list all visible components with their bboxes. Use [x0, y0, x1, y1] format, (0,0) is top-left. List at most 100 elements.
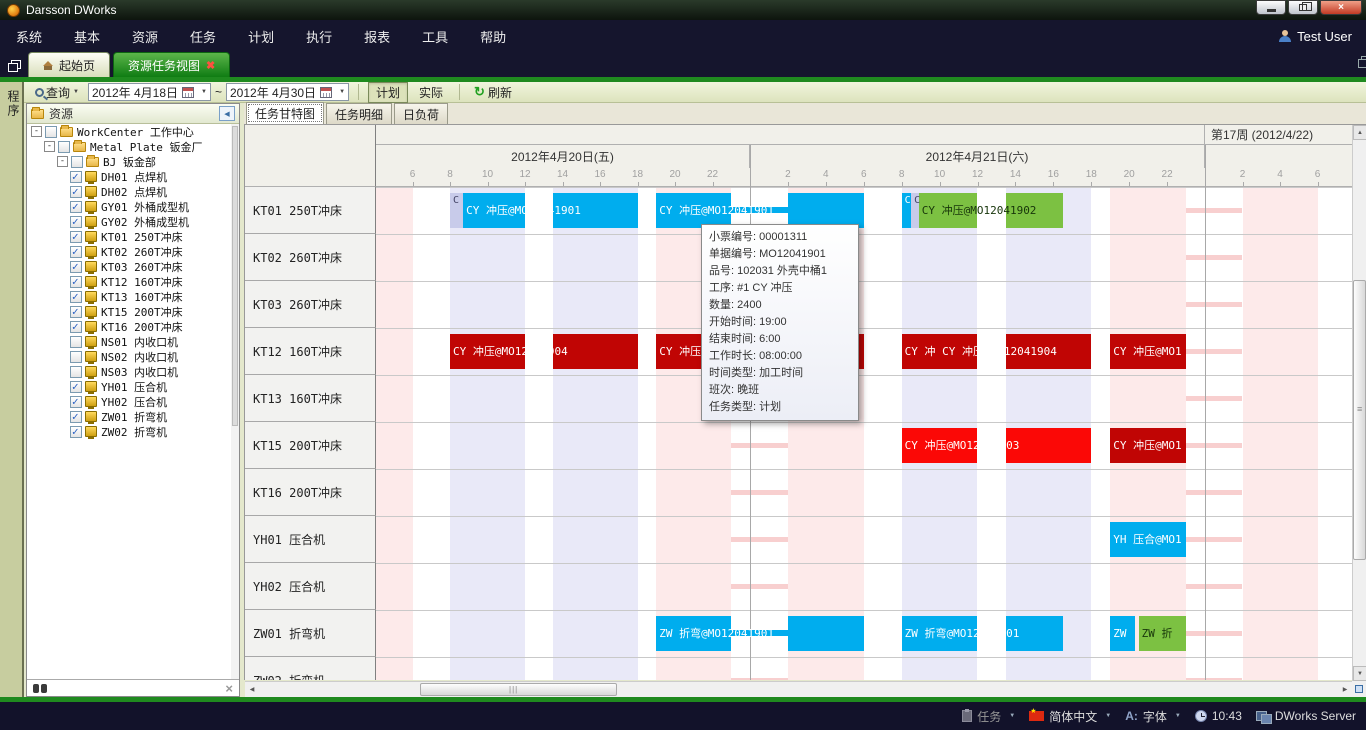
- tree-item[interactable]: NS02 内收口机: [27, 349, 239, 364]
- gantt-row-header[interactable]: KT15 200T冲床: [245, 422, 376, 469]
- collapsed-panel-strip[interactable]: 程序: [0, 82, 24, 697]
- chart-tab-任务甘特图[interactable]: 任务甘特图: [246, 102, 324, 124]
- statusbar-item[interactable]: 10:43: [1195, 709, 1242, 723]
- tree-item[interactable]: NS01 内收口机: [27, 334, 239, 349]
- tree-checkbox[interactable]: [70, 201, 82, 213]
- tree-checkbox[interactable]: [70, 396, 82, 408]
- window-list-button[interactable]: [0, 52, 26, 77]
- menu-item-任务[interactable]: 任务: [174, 20, 232, 52]
- tree-item[interactable]: KT15 200T冲床: [27, 304, 239, 319]
- statusbar-item[interactable]: 任务▼: [962, 708, 1015, 725]
- gantt-task-bar[interactable]: [450, 193, 463, 228]
- tree-checkbox[interactable]: [70, 276, 82, 288]
- tree-item[interactable]: KT16 200T冲床: [27, 319, 239, 334]
- tree-item[interactable]: DH01 点焊机: [27, 169, 239, 184]
- gantt-task-bar[interactable]: [902, 334, 978, 369]
- gantt-task-bar[interactable]: [1139, 616, 1186, 651]
- tree-item[interactable]: KT01 250T冲床: [27, 229, 239, 244]
- collapse-panel-button[interactable]: ◀: [219, 106, 235, 121]
- program-side-tab[interactable]: 程序: [5, 90, 22, 118]
- gantt-row-header[interactable]: YH01 压合机: [245, 516, 376, 563]
- vertical-scroll-thumb[interactable]: [1353, 280, 1366, 560]
- tree-item[interactable]: KT02 260T冲床: [27, 244, 239, 259]
- statusbar-item[interactable]: 简体中文▼: [1029, 708, 1111, 725]
- statusbar-item[interactable]: A:字体▼: [1125, 708, 1181, 725]
- gantt-task-bar[interactable]: [902, 193, 911, 228]
- horizontal-scroll-thumb[interactable]: [420, 683, 617, 696]
- gantt-task-bar[interactable]: [911, 193, 919, 228]
- menu-item-执行[interactable]: 执行: [290, 20, 348, 52]
- document-tab[interactable]: 资源任务视图✖: [113, 52, 230, 77]
- tree-item[interactable]: -BJ 钣金部: [27, 154, 239, 169]
- gantt-task-bar[interactable]: [902, 616, 978, 651]
- expander-icon[interactable]: -: [44, 141, 55, 152]
- gantt-task-bar[interactable]: [1110, 616, 1135, 651]
- gantt-task-bar[interactable]: [553, 193, 637, 228]
- close-tab-icon[interactable]: ✖: [206, 59, 215, 72]
- tree-item[interactable]: KT13 160T冲床: [27, 289, 239, 304]
- scroll-down-icon[interactable]: ▼: [1353, 666, 1366, 681]
- tree-item[interactable]: GY01 外桶成型机: [27, 199, 239, 214]
- horizontal-scrollbar[interactable]: ◀ ▶: [245, 681, 1352, 697]
- tree-item[interactable]: NS03 内收口机: [27, 364, 239, 379]
- gantt-task-bar[interactable]: [1006, 428, 1091, 463]
- document-tab[interactable]: 起始页: [28, 52, 110, 77]
- tree-checkbox[interactable]: [70, 216, 82, 228]
- plan-toggle-button[interactable]: 计划: [368, 82, 408, 103]
- date-from-field[interactable]: 2012年 4月18日 ▼: [88, 83, 211, 101]
- gantt-row-header[interactable]: KT03 260T冲床: [245, 281, 376, 328]
- gantt-row-header[interactable]: KT16 200T冲床: [245, 469, 376, 516]
- gantt-task-bar[interactable]: [1110, 334, 1186, 369]
- menu-item-帮助[interactable]: 帮助: [464, 20, 522, 52]
- gantt-task-bar[interactable]: [450, 334, 525, 369]
- clear-filter-icon[interactable]: ×: [225, 681, 233, 696]
- tree-checkbox[interactable]: [70, 381, 82, 393]
- tree-item[interactable]: YH01 压合机: [27, 379, 239, 394]
- vertical-scrollbar[interactable]: ▲ ▼: [1352, 125, 1366, 681]
- gantt-task-bar[interactable]: [788, 193, 864, 228]
- menu-item-基本[interactable]: 基本: [58, 20, 116, 52]
- tree-item[interactable]: DH02 点焊机: [27, 184, 239, 199]
- date-to-field[interactable]: 2012年 4月30日 ▼: [226, 83, 349, 101]
- gantt-row-header[interactable]: ZW02 折弯机: [245, 657, 376, 680]
- menu-item-报表[interactable]: 报表: [348, 20, 406, 52]
- gantt-row-header[interactable]: KT02 260T冲床: [245, 234, 376, 281]
- gantt-row-header[interactable]: KT01 250T冲床: [245, 187, 376, 234]
- gantt-task-bar[interactable]: [656, 193, 731, 228]
- gantt-task-bar[interactable]: [1110, 428, 1186, 463]
- gantt-task-bar[interactable]: [1110, 522, 1186, 557]
- tree-checkbox[interactable]: [70, 231, 82, 243]
- tree-item[interactable]: ZW02 折弯机: [27, 424, 239, 439]
- tree-checkbox[interactable]: [70, 261, 82, 273]
- tree-checkbox[interactable]: [70, 246, 82, 258]
- tree-checkbox[interactable]: [70, 366, 82, 378]
- user-menu[interactable]: Test User: [1279, 20, 1352, 52]
- tree-item[interactable]: ZW01 折弯机: [27, 409, 239, 424]
- tree-item[interactable]: -Metal Plate 钣金厂: [27, 139, 239, 154]
- gantt-task-bar[interactable]: [1006, 193, 1063, 228]
- minimize-button[interactable]: [1256, 0, 1286, 15]
- tree-scrollbar[interactable]: [231, 124, 239, 680]
- gantt-row-header[interactable]: YH02 压合机: [245, 563, 376, 610]
- tree-checkbox[interactable]: [70, 321, 82, 333]
- refresh-button[interactable]: ↻ 刷新: [469, 82, 517, 103]
- tree-item[interactable]: KT03 260T冲床: [27, 259, 239, 274]
- gantt-task-bar[interactable]: [1006, 334, 1091, 369]
- tree-checkbox[interactable]: [70, 291, 82, 303]
- tree-checkbox[interactable]: [70, 426, 82, 438]
- tree-checkbox[interactable]: [58, 141, 70, 153]
- tree-item[interactable]: YH02 压合机: [27, 394, 239, 409]
- menu-item-工具[interactable]: 工具: [406, 20, 464, 52]
- tree-item[interactable]: -WorkCenter 工作中心: [27, 124, 239, 139]
- scroll-right-icon[interactable]: ▶: [1338, 682, 1352, 697]
- find-icon[interactable]: [33, 684, 47, 693]
- actual-toggle-button[interactable]: 实际: [412, 83, 450, 102]
- tree-checkbox[interactable]: [71, 156, 83, 168]
- tree-checkbox[interactable]: [70, 171, 82, 183]
- gantt-task-bar[interactable]: [656, 616, 731, 651]
- gantt-task-bar[interactable]: [1006, 616, 1063, 651]
- statusbar-item[interactable]: DWorks Server: [1256, 709, 1356, 723]
- scroll-up-icon[interactable]: ▲: [1353, 125, 1366, 140]
- tree-checkbox[interactable]: [45, 126, 57, 138]
- tree-checkbox[interactable]: [70, 306, 82, 318]
